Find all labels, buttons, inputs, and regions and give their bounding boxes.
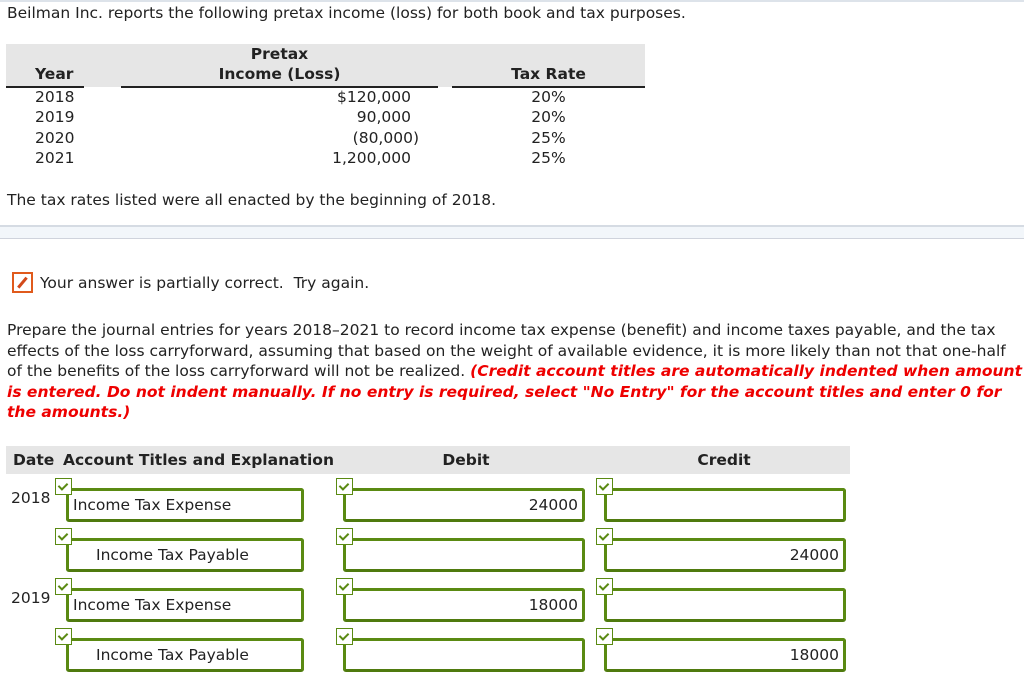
cell-income: 90,000 <box>356 108 411 126</box>
header-pretax: Pretax <box>250 45 309 63</box>
correct-check-icon <box>596 528 613 545</box>
header-tax-rate: Tax Rate <box>511 65 586 83</box>
correct-check-icon <box>336 578 353 595</box>
correct-check-icon <box>596 478 613 495</box>
correct-check-icon <box>596 578 613 595</box>
cell-rate: 25% <box>531 149 566 167</box>
cell-income: 1,200,000 <box>332 149 411 167</box>
debit-input[interactable] <box>343 638 585 672</box>
debit-input[interactable] <box>343 538 585 572</box>
correct-check-icon <box>596 628 613 645</box>
cell-year: 2019 <box>35 108 75 126</box>
header-account-titles: Account Titles and Explanation <box>63 451 334 469</box>
account-title-select[interactable]: Income Tax Payable <box>66 538 304 572</box>
cell-rate: 20% <box>531 88 566 106</box>
entry-date: 2019 <box>11 589 51 607</box>
entry-date: 2018 <box>11 489 51 507</box>
pencil-icon <box>12 272 33 293</box>
instructions: Prepare the journal entries for years 20… <box>7 320 1022 423</box>
status-text: Your answer is partially correct. Try ag… <box>40 273 370 292</box>
correct-check-icon <box>336 628 353 645</box>
account-title-select[interactable]: Income Tax Expense <box>66 488 304 522</box>
account-title-select[interactable]: Income Tax Expense <box>66 588 304 622</box>
cell-income: (80,000) <box>352 129 419 147</box>
debit-input[interactable]: 24000 <box>343 488 585 522</box>
credit-input[interactable] <box>604 588 846 622</box>
problem-intro: Beilman Inc. reports the following preta… <box>7 4 686 22</box>
cell-rate: 20% <box>531 108 566 126</box>
tax-rate-note: The tax rates listed were all enacted by… <box>7 191 497 209</box>
header-income-loss: Income (Loss) <box>218 65 341 83</box>
section-divider <box>0 225 1024 239</box>
header-date: Date <box>13 451 55 469</box>
correct-check-icon <box>336 478 353 495</box>
header-debit: Debit <box>442 451 490 469</box>
cell-year: 2020 <box>35 129 75 147</box>
cell-year: 2021 <box>35 149 75 167</box>
credit-input[interactable]: 18000 <box>604 638 846 672</box>
credit-input[interactable] <box>604 488 846 522</box>
correct-check-icon <box>336 528 353 545</box>
cell-rate: 25% <box>531 129 566 147</box>
account-title-select[interactable]: Income Tax Payable <box>66 638 304 672</box>
cell-year: 2018 <box>35 88 75 106</box>
header-credit: Credit <box>697 451 751 469</box>
answer-status: Your answer is partially correct. Try ag… <box>12 272 369 293</box>
credit-input[interactable]: 24000 <box>604 538 846 572</box>
top-border <box>0 0 1024 2</box>
correct-check-icon <box>55 528 72 545</box>
correct-check-icon <box>55 478 72 495</box>
correct-check-icon <box>55 578 72 595</box>
debit-input[interactable]: 18000 <box>343 588 585 622</box>
correct-check-icon <box>55 628 72 645</box>
cell-income: $120,000 <box>337 88 411 106</box>
header-year: Year <box>35 65 74 83</box>
